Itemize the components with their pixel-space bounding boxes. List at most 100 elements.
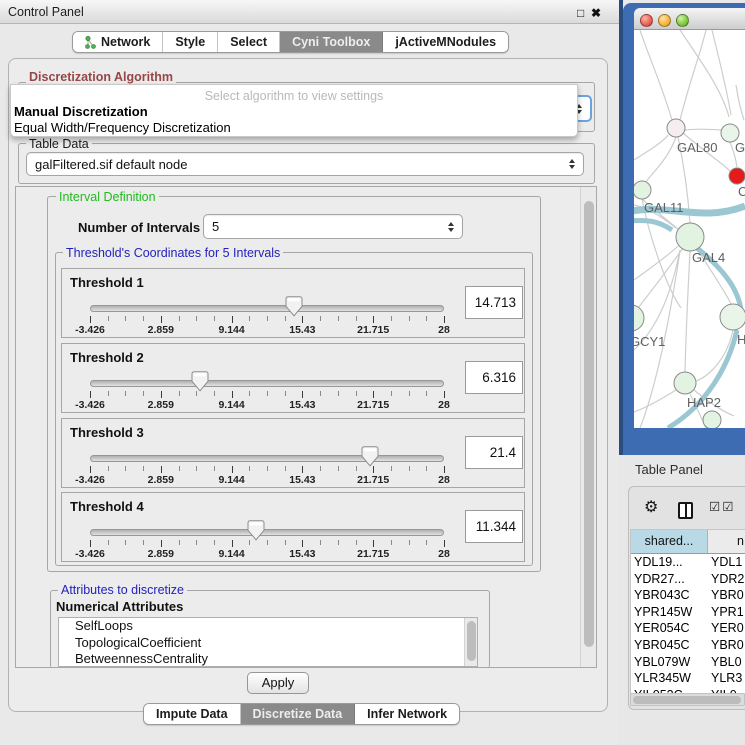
cell-name[interactable]: YPR1 xyxy=(708,604,745,621)
cell-name[interactable]: YER0 xyxy=(708,620,745,637)
attributes-group-title: Attributes to discretize xyxy=(58,583,187,597)
network-node-node-red[interactable] xyxy=(729,168,745,184)
close-icon[interactable]: ✖ xyxy=(591,6,601,20)
network-node-node-bottom[interactable] xyxy=(703,411,721,428)
network-node-HAP2[interactable] xyxy=(674,372,696,394)
algorithm-option-0[interactable]: Manual Discretization xyxy=(14,104,148,119)
cell-shared-name[interactable]: YBR043C xyxy=(631,587,708,604)
table-row[interactable]: YBR043CYBR0 xyxy=(631,587,745,604)
threshold-2-slider-handle[interactable] xyxy=(191,371,209,392)
tick-mark xyxy=(125,540,126,545)
tick-mark xyxy=(426,316,427,321)
apply-button[interactable]: Apply xyxy=(247,672,309,694)
tab-jactivemnodules[interactable]: jActiveMNodules xyxy=(383,32,508,52)
network-node-GAL80[interactable] xyxy=(667,119,685,137)
network-node-node-h[interactable] xyxy=(720,304,745,330)
numerical-attributes-list[interactable]: SelfLoopsTopologicalCoefficientBetweenne… xyxy=(58,617,478,667)
cell-name[interactable]: YBR0 xyxy=(708,587,745,604)
table-row[interactable]: YER054CYER0 xyxy=(631,620,745,637)
combo-arrows-icon xyxy=(569,159,575,169)
tick-label: 28 xyxy=(414,324,474,336)
table-row[interactable]: YPR145WYPR1 xyxy=(631,604,745,621)
node-label-HAP2: HAP2 xyxy=(687,395,721,410)
tick-label: 9.144 xyxy=(202,474,262,486)
attribute-item-0[interactable]: SelfLoops xyxy=(59,618,477,635)
network-window-titlebar[interactable] xyxy=(634,8,745,30)
tick-mark xyxy=(214,540,215,545)
minimize-traffic-light[interactable] xyxy=(658,14,671,27)
column-layout-icon[interactable] xyxy=(678,502,693,519)
table-row[interactable]: YBR045CYBR0 xyxy=(631,637,745,654)
table-row[interactable]: YBL079WYBL0 xyxy=(631,654,745,671)
gear-icon[interactable]: ⚙ xyxy=(644,500,658,516)
threshold-4-slider-handle[interactable] xyxy=(247,520,265,541)
threshold-1-value-field[interactable]: 14.713 xyxy=(465,286,523,319)
panel-scrollbar[interactable] xyxy=(580,187,596,667)
tab-select[interactable]: Select xyxy=(218,32,280,52)
threshold-1-slider-handle[interactable] xyxy=(285,296,303,317)
attribute-item-2[interactable]: BetweennessCentrality xyxy=(59,651,477,667)
cell-name[interactable]: YLR3 xyxy=(708,670,745,687)
tick-mark xyxy=(214,391,215,396)
algorithm-option-1[interactable]: Equal Width/Frequency Discretization xyxy=(14,120,231,135)
network-node-GAL11[interactable] xyxy=(634,181,651,199)
select-columns-icon[interactable]: ☑☑ xyxy=(709,499,735,514)
cell-shared-name[interactable]: YBL079W xyxy=(631,654,708,671)
threshold-3-value-field[interactable]: 21.4 xyxy=(465,436,523,469)
interval-definition-title: Interval Definition xyxy=(56,190,159,204)
cell-shared-name[interactable]: YLR345W xyxy=(631,670,708,687)
node-label-GAL11: GAL11 xyxy=(644,200,684,215)
tick-mark xyxy=(179,391,180,396)
cell-name[interactable]: YBL0 xyxy=(708,654,745,671)
column-header-name[interactable]: n xyxy=(708,530,745,553)
threshold-3-slider-track[interactable] xyxy=(90,455,444,462)
network-node-GCY1[interactable] xyxy=(634,305,644,331)
tab-style[interactable]: Style xyxy=(163,32,218,52)
tick-mark xyxy=(285,540,286,545)
cell-name[interactable]: YBR0 xyxy=(708,637,745,654)
table-row[interactable]: YLR345WYLR3 xyxy=(631,670,745,687)
table-row[interactable]: YDL19...YDL1 xyxy=(631,554,745,571)
tick-mark xyxy=(125,391,126,396)
tick-label: 15.43 xyxy=(272,548,332,560)
threshold-2-slider-track[interactable] xyxy=(90,380,444,387)
table-row[interactable]: YDR27...YDR2 xyxy=(631,571,745,588)
cell-shared-name[interactable]: YDR27... xyxy=(631,571,708,588)
cell-shared-name[interactable]: YER054C xyxy=(631,620,708,637)
close-traffic-light[interactable] xyxy=(640,14,653,27)
number-of-intervals-spinner[interactable]: 5 xyxy=(203,214,463,239)
tick-mark xyxy=(409,391,410,396)
threshold-4-value-field[interactable]: 11.344 xyxy=(465,510,523,543)
tab-network[interactable]: Network xyxy=(73,32,163,52)
cell-shared-name[interactable]: YBR045C xyxy=(631,637,708,654)
attribute-item-1[interactable]: TopologicalCoefficient xyxy=(59,635,477,652)
column-header-shared-name[interactable]: shared... xyxy=(631,530,708,553)
tick-label: -3.426 xyxy=(60,399,120,411)
cell-shared-name[interactable]: YPR145W xyxy=(631,604,708,621)
cell-name[interactable]: YDR2 xyxy=(708,571,745,588)
network-edge xyxy=(680,30,706,120)
tick-label: 9.144 xyxy=(202,399,262,411)
tick-mark xyxy=(267,316,268,321)
table-data-combo[interactable]: galFiltered.sif default node xyxy=(26,152,584,176)
zoom-traffic-light[interactable] xyxy=(676,14,689,27)
float-window-icon[interactable]: □ xyxy=(577,6,584,20)
network-node-GAL4[interactable] xyxy=(676,223,704,251)
tick-mark xyxy=(356,540,357,545)
table-horizontal-scrollbar[interactable] xyxy=(630,693,745,706)
threshold-3-slider-handle[interactable] xyxy=(361,446,379,467)
tab-impute-data[interactable]: Impute Data xyxy=(144,704,241,724)
threshold-2-value-field[interactable]: 6.316 xyxy=(465,361,523,394)
tab-discretize-data[interactable]: Discretize Data xyxy=(241,704,356,724)
tick-mark xyxy=(196,466,197,471)
threshold-1-slider-track[interactable] xyxy=(90,305,444,312)
cell-shared-name[interactable]: YDL19... xyxy=(631,554,708,571)
cell-name[interactable]: YDL1 xyxy=(708,554,745,571)
tick-mark xyxy=(373,540,374,547)
attributes-list-scrollbar[interactable] xyxy=(464,618,477,666)
tick-label: 2.859 xyxy=(131,474,191,486)
tab-infer-network[interactable]: Infer Network xyxy=(355,704,459,724)
threshold-4-slider-track[interactable] xyxy=(90,529,444,536)
tick-label: 9.144 xyxy=(202,324,262,336)
tab-cyni-toolbox[interactable]: Cyni Toolbox xyxy=(280,32,383,52)
